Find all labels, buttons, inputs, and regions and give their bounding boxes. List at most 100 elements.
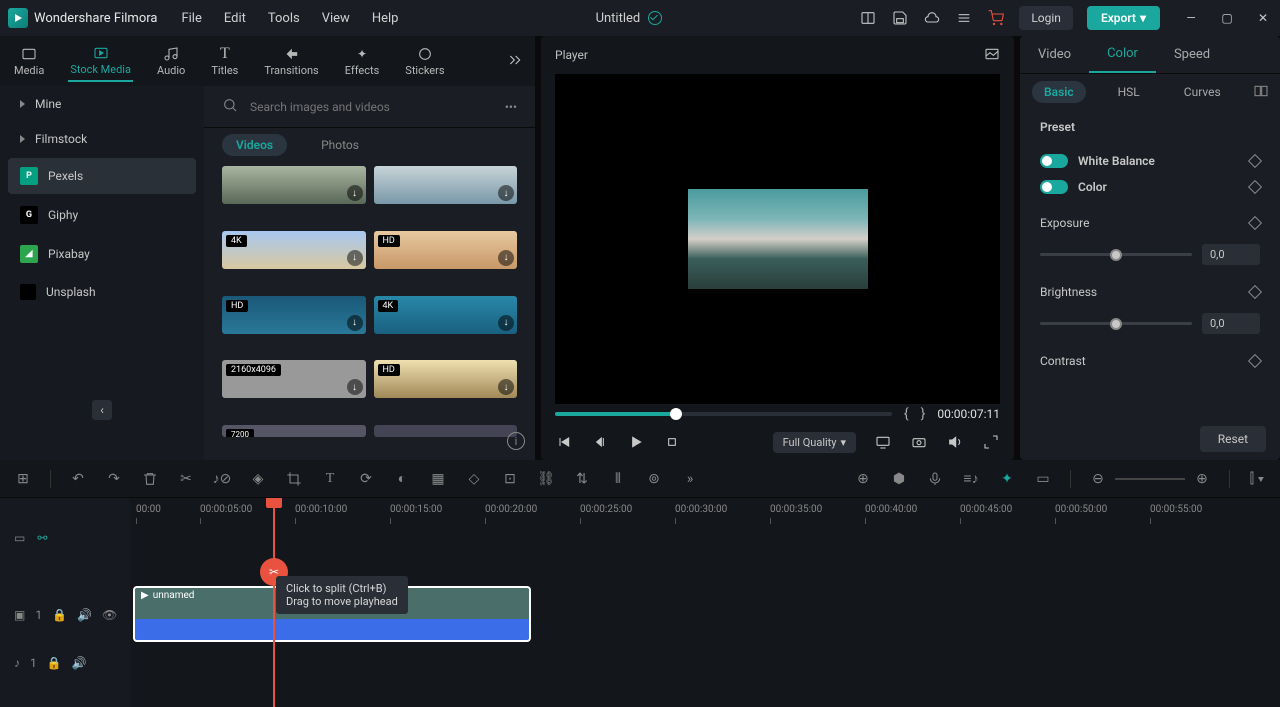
time-ruler[interactable]: 00:00 00:00:05:00 00:00:10:00 00:00:15:0… [130, 498, 1280, 526]
export-button[interactable]: Export▾ [1087, 6, 1160, 30]
login-button[interactable]: Login [1019, 6, 1073, 30]
maximize-icon[interactable]: ▢ [1218, 9, 1236, 27]
audio-detach-icon[interactable]: ♪⊘ [213, 470, 231, 488]
white-balance-toggle[interactable] [1040, 154, 1068, 168]
tab-audio[interactable]: Audio [155, 42, 187, 81]
download-icon[interactable]: ↓ [347, 250, 363, 266]
thumb-item[interactable]: 2160x4096↓ [222, 360, 366, 398]
brightness-slider[interactable] [1040, 322, 1192, 325]
download-icon[interactable]: ↓ [347, 185, 363, 201]
download-icon[interactable]: ↓ [498, 379, 514, 395]
layout-icon[interactable] [859, 9, 877, 27]
quality-select[interactable]: Full Quality ▾ [773, 432, 856, 453]
thumb-item[interactable] [374, 425, 518, 437]
keyframe-icon[interactable] [1248, 216, 1262, 230]
more-tools-icon[interactable]: » [681, 470, 699, 488]
mute-icon[interactable]: 🔊 [77, 608, 92, 622]
fullscreen-icon[interactable] [982, 433, 1000, 451]
magnet-icon[interactable]: ✦ [998, 470, 1016, 488]
tab-color[interactable]: Color [1089, 36, 1156, 73]
cloud-icon[interactable] [923, 9, 941, 27]
play-icon[interactable] [627, 433, 645, 451]
info-icon[interactable]: i [507, 432, 525, 450]
thumb-item[interactable]: HD↓ [222, 296, 366, 334]
sidebar-item-pexels[interactable]: PPexels [8, 158, 196, 194]
cart-icon[interactable] [987, 9, 1005, 27]
chain-icon[interactable]: ⛓ [537, 470, 555, 488]
redo-icon[interactable]: ↷ [105, 470, 123, 488]
render-icon[interactable]: ▭ [1034, 470, 1052, 488]
link-icon[interactable]: ⊚ [645, 470, 663, 488]
keyframe-icon[interactable]: ◇ [465, 470, 483, 488]
save-icon[interactable] [891, 9, 909, 27]
keyframe-icon[interactable] [1248, 354, 1262, 368]
playhead-handle[interactable] [266, 498, 282, 508]
menu-view[interactable]: View [322, 11, 350, 26]
exposure-value[interactable]: 0,0 [1202, 244, 1260, 265]
seek-thumb[interactable] [670, 408, 682, 420]
link-tracks-icon[interactable]: ⚯ [37, 531, 47, 545]
view-options-icon[interactable]: ⫿ ▾ [1248, 470, 1266, 488]
mark-out-icon[interactable]: } [921, 406, 926, 422]
subtab-curves[interactable]: Curves [1172, 81, 1233, 103]
cut-icon[interactable]: ✂ [177, 470, 195, 488]
close-icon[interactable]: ✕ [1254, 9, 1272, 27]
menu-tools[interactable]: Tools [268, 11, 300, 26]
sidebar-item-pixabay[interactable]: ◢Pixabay [8, 236, 196, 272]
download-icon[interactable]: ↓ [347, 315, 363, 331]
search-input[interactable] [250, 100, 493, 114]
brightness-value[interactable]: 0,0 [1202, 313, 1260, 334]
sidebar-item-unsplash[interactable]: Unsplash [8, 275, 196, 309]
volume-icon[interactable] [946, 433, 964, 451]
seek-track[interactable] [555, 412, 892, 416]
marker-add-icon[interactable]: ⬢ [890, 470, 908, 488]
snap-icon[interactable]: ⊕ [854, 470, 872, 488]
thumb-item[interactable]: ↓ [374, 166, 518, 204]
exposure-slider[interactable] [1040, 253, 1192, 256]
mixer-icon[interactable]: ≡♪ [962, 470, 980, 488]
filter-photos[interactable]: Photos [307, 134, 373, 156]
download-icon[interactable]: ↓ [498, 185, 514, 201]
zoom-in-icon[interactable]: ⊕ [1193, 470, 1211, 488]
color-toggle[interactable] [1040, 180, 1068, 194]
mic-icon[interactable] [926, 470, 944, 488]
thumb-item[interactable]: 7200 [222, 425, 366, 437]
expand-tabs-icon[interactable] [507, 52, 523, 71]
tab-titles[interactable]: TTitles [209, 42, 240, 81]
thumb-item[interactable]: HD↓ [374, 360, 518, 398]
menu-help[interactable]: Help [372, 11, 399, 26]
mask-icon[interactable]: ▦ [429, 470, 447, 488]
sidebar-item-mine[interactable]: Mine [8, 88, 196, 120]
timeline-tracks[interactable]: 00:00 00:00:05:00 00:00:10:00 00:00:15:0… [130, 498, 1280, 707]
audio-wave-icon[interactable]: ⫴ [609, 470, 627, 488]
mute-icon[interactable]: 🔊 [72, 656, 87, 670]
tab-effects[interactable]: ✦Effects [343, 42, 382, 81]
subtab-hsl[interactable]: HSL [1106, 81, 1152, 103]
thumb-item[interactable]: ↓ [222, 166, 366, 204]
display-icon[interactable] [874, 433, 892, 451]
zoom-out-icon[interactable]: ⊖ [1089, 470, 1107, 488]
reset-button[interactable]: Reset [1200, 426, 1266, 452]
lock-icon[interactable]: 🔒 [52, 608, 67, 622]
tab-stickers[interactable]: Stickers [403, 42, 446, 81]
marker-icon[interactable]: ◈ [249, 470, 267, 488]
camera-icon[interactable] [910, 433, 928, 451]
text-icon[interactable]: T [321, 470, 339, 488]
filter-videos[interactable]: Videos [222, 134, 287, 156]
undo-icon[interactable]: ↶ [69, 470, 87, 488]
zoom-slider[interactable] [1115, 478, 1185, 480]
tab-video[interactable]: Video [1020, 36, 1089, 73]
grid-icon[interactable]: ⊞ [14, 470, 32, 488]
color-icon[interactable]: ◐ [393, 470, 411, 488]
step-back-icon[interactable] [591, 433, 609, 451]
more-icon[interactable]: ••• [505, 100, 517, 114]
mark-in-icon[interactable]: { [904, 406, 909, 422]
tab-transitions[interactable]: Transitions [262, 42, 320, 81]
keyframe-icon[interactable] [1248, 154, 1262, 168]
tab-stock-media[interactable]: Stock Media [68, 41, 133, 82]
menu-edit[interactable]: Edit [224, 11, 246, 26]
menu-file[interactable]: File [181, 11, 201, 26]
keyframe-icon[interactable] [1248, 285, 1262, 299]
collapse-sidebar-button[interactable]: ‹ [92, 400, 112, 420]
keyframe-icon[interactable] [1248, 180, 1262, 194]
